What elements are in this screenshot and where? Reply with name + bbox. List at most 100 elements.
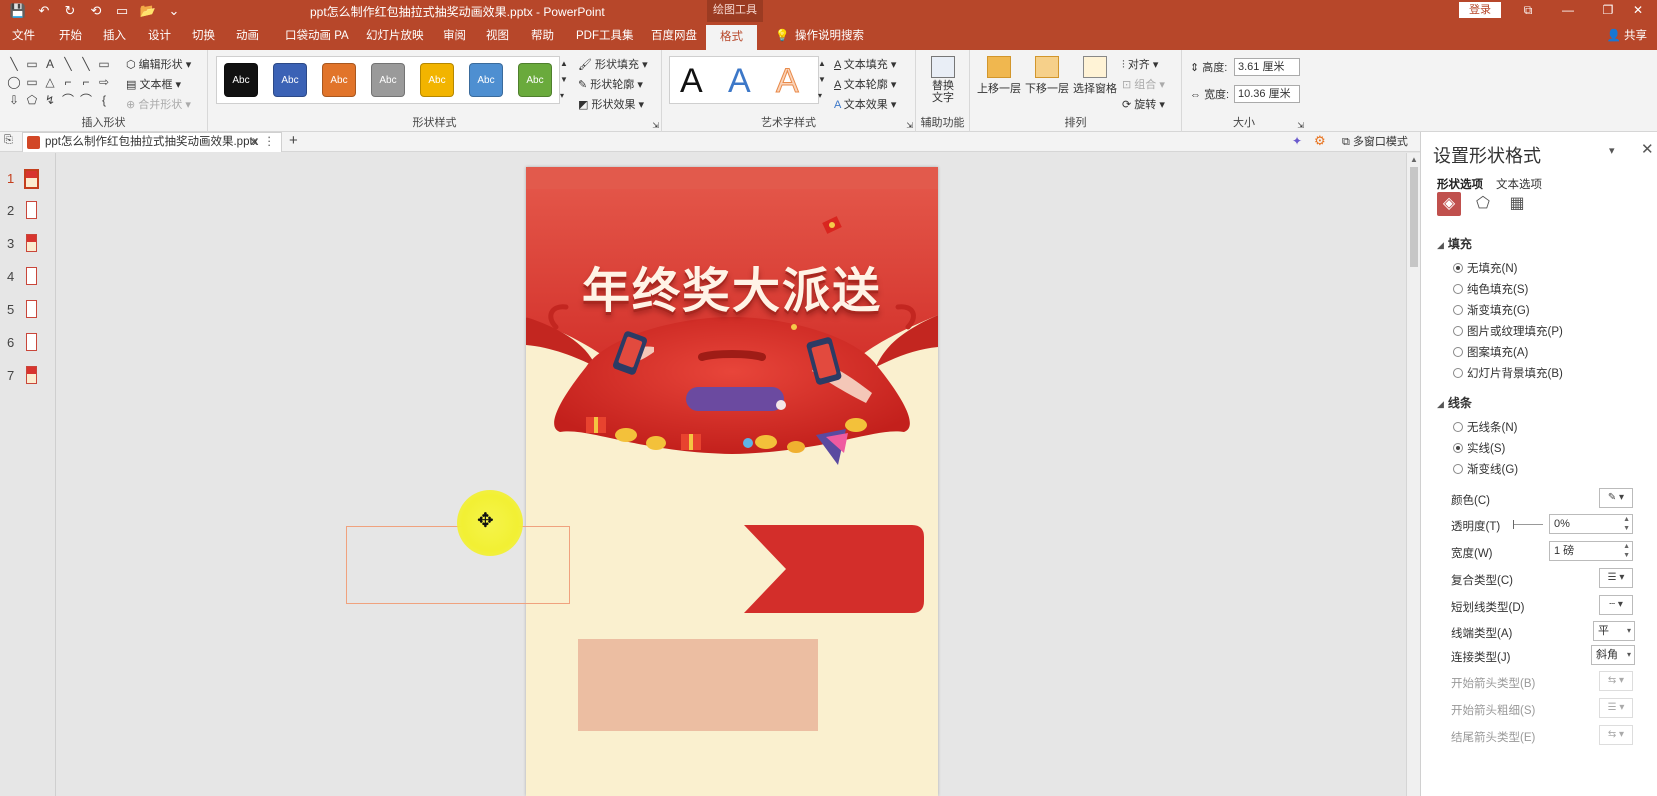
radio-button[interactable] (1453, 464, 1463, 474)
shape-arc[interactable]: ⌒ (60, 92, 76, 108)
shape-style-swatch[interactable]: Abc (420, 63, 454, 97)
group-button[interactable]: ⊡ 组合 ▾ (1122, 76, 1165, 92)
shape-elbow[interactable]: ⌐ (60, 74, 76, 90)
tab-shape-options[interactable]: 形状选项 (1437, 176, 1483, 192)
tab-home[interactable]: 开始 (57, 22, 84, 50)
shape-line[interactable]: ╲ (6, 56, 22, 72)
gallery-scroll-icon[interactable]: ▲ ▼ ▾ (560, 56, 568, 104)
slide[interactable]: 年终奖大派送 (526, 167, 938, 796)
fill-option-slide-background[interactable]: 幻灯片背景填充(B) (1453, 365, 1563, 381)
text-box-button[interactable]: ▤ 文本框 ▾ (126, 76, 181, 92)
end-arrow-type-dropdown[interactable]: ⇆ ▾ (1599, 725, 1633, 745)
effects-pentagon-icon[interactable]: ⬠ (1471, 192, 1495, 216)
selected-shape-outline[interactable] (346, 526, 570, 604)
shape-style-swatch[interactable]: Abc (371, 63, 405, 97)
wordart-style-blue[interactable]: A (728, 62, 751, 101)
fill-and-line-icon[interactable]: ◈ (1437, 192, 1461, 216)
line-section-header[interactable]: ◢ 线条 (1437, 394, 1472, 411)
shape-fill-button[interactable]: 🖌 形状填充 ▾ (578, 56, 648, 72)
transparency-slider[interactable] (1513, 520, 1543, 529)
radio-button[interactable] (1453, 284, 1463, 294)
width-input[interactable]: 10.36 厘米 (1234, 85, 1300, 103)
slide-thumbnail[interactable]: 6 (0, 331, 56, 359)
text-effects-button[interactable]: A 文本效果 ▾ (834, 96, 896, 112)
rotate-button[interactable]: ⟳ 旋转 ▾ (1122, 96, 1165, 112)
tab-list-icon[interactable]: ⎘ (4, 134, 13, 147)
wordart-scroll-icon[interactable]: ▲ ▼ ▾ (818, 56, 826, 104)
scrollbar-thumb[interactable] (1410, 167, 1418, 267)
tab-slideshow[interactable]: 幻灯片放映 (364, 22, 426, 50)
shape-textbox[interactable]: ▭ (24, 56, 40, 72)
alt-text-button[interactable]: 替换文字 (922, 56, 964, 104)
join-type-select[interactable]: 斜角 ▾ (1591, 645, 1635, 665)
shape-effects-button[interactable]: ◩ 形状效果 ▾ (578, 96, 644, 112)
shape-style-swatch[interactable]: Abc (224, 63, 258, 97)
radio-button[interactable] (1453, 305, 1463, 315)
redo-icon[interactable]: ↻ (60, 2, 80, 20)
tab-animations[interactable]: 动画 (234, 22, 261, 50)
tab-more-icon[interactable]: ⋮ (264, 133, 276, 151)
shape-style-swatch[interactable]: Abc (273, 63, 307, 97)
tab-file[interactable]: 文件 (10, 22, 37, 50)
shape-arrow-line[interactable]: ╲ (78, 56, 94, 72)
bring-forward-button[interactable]: 上移一层 (976, 56, 1022, 96)
fill-option-gradient[interactable]: 渐变填充(G) (1453, 302, 1530, 318)
shape-right-arrow[interactable]: ⇨ (96, 74, 112, 90)
size-properties-icon[interactable]: ▦ (1505, 192, 1529, 216)
close-tab-icon[interactable]: ✕ (249, 133, 259, 151)
wordart-style-black[interactable]: A (680, 62, 703, 101)
slide-editing-canvas[interactable]: 年终奖大派送 ✥ ▲ (57, 153, 1420, 796)
slide-thumbnail[interactable]: 5 (0, 298, 56, 326)
shape-style-swatch[interactable]: Abc (518, 63, 552, 97)
shape-pentagon[interactable]: ⬠ (24, 92, 40, 108)
fill-option-pattern[interactable]: 图案填充(A) (1453, 344, 1528, 360)
shape-rounded-rect[interactable]: ▭ (24, 74, 40, 90)
line-option-gradient[interactable]: 渐变线(G) (1453, 461, 1518, 477)
shape-freeform[interactable]: ↯ (42, 92, 58, 108)
tab-format[interactable]: 格式 (706, 25, 757, 50)
document-tab[interactable]: ppt怎么制作红包抽拉式抽奖动画效果.pptx ✕ ⋮ (22, 132, 282, 152)
shape-line-2[interactable]: ╲ (60, 56, 76, 72)
height-input[interactable]: 3.61 厘米 (1234, 58, 1300, 76)
undo-icon[interactable]: ↶ (34, 2, 54, 20)
new-file-icon[interactable]: ▭ (112, 2, 132, 20)
open-folder-icon[interactable]: 📂 (138, 2, 158, 20)
compound-type-dropdown[interactable]: ☰ ▾ (1599, 568, 1633, 588)
fill-option-picture[interactable]: 图片或纹理填充(P) (1453, 323, 1563, 339)
dialog-launcher-icon[interactable]: ⇲ (906, 121, 913, 130)
tab-transitions[interactable]: 切换 (190, 22, 217, 50)
start-from-beginning-icon[interactable]: ⟲ (86, 2, 106, 20)
dash-type-dropdown[interactable]: ┄ ▾ (1599, 595, 1633, 615)
slide-thumbnail[interactable]: 3 (0, 232, 56, 260)
tab-baidu-netdisk[interactable]: 百度网盘 (649, 22, 699, 50)
begin-arrow-type-dropdown[interactable]: ⇆ ▾ (1599, 671, 1633, 691)
shape-triangle[interactable]: △ (42, 74, 58, 90)
selection-pane-button[interactable]: 选择窗格 (1072, 56, 1118, 96)
shape-elbow-2[interactable]: ⌐ (78, 74, 94, 90)
radio-button[interactable] (1453, 368, 1463, 378)
slide-title-text[interactable]: 年终奖大派送 (526, 251, 938, 321)
text-fill-button[interactable]: A 文本填充 ▾ (834, 56, 896, 72)
vertical-scrollbar[interactable]: ▲ (1406, 153, 1420, 796)
shape-rectangle[interactable]: ▭ (96, 56, 112, 72)
align-button[interactable]: ⫶ 对齐 ▾ (1122, 56, 1158, 72)
spinner-icon[interactable]: ▲ ▼ (1623, 515, 1630, 533)
tell-me-search[interactable]: 操作说明搜索 (793, 22, 866, 50)
dialog-launcher-icon[interactable]: ⇲ (1297, 121, 1304, 130)
send-backward-button[interactable]: 下移一层 (1024, 56, 1070, 96)
line-color-picker[interactable]: ✎ ▾ (1599, 488, 1633, 508)
fill-option-no-fill[interactable]: 无填充(N) (1453, 260, 1517, 276)
text-outline-button[interactable]: A 文本轮廓 ▾ (834, 76, 896, 92)
begin-arrow-size-dropdown[interactable]: ☰ ▾ (1599, 698, 1633, 718)
save-icon[interactable]: 💾 (8, 2, 28, 20)
slide-thumbnail[interactable]: 7 (0, 364, 56, 392)
pink-rectangle-shape[interactable] (578, 639, 818, 731)
shape-arc-2[interactable]: ⌒ (78, 92, 94, 108)
radio-button[interactable] (1453, 422, 1463, 432)
edit-shape-button[interactable]: ⬡ 编辑形状 ▾ (126, 56, 191, 72)
tab-pocket-animation[interactable]: 口袋动画 PA (283, 22, 351, 50)
shape-oval[interactable]: ◯ (6, 74, 22, 90)
line-width-input[interactable]: 1 磅 ▲ ▼ (1549, 541, 1633, 561)
settings-gear-icon[interactable]: ⚙ (1314, 133, 1326, 149)
spinner-icon[interactable]: ▲ ▼ (1623, 542, 1630, 560)
